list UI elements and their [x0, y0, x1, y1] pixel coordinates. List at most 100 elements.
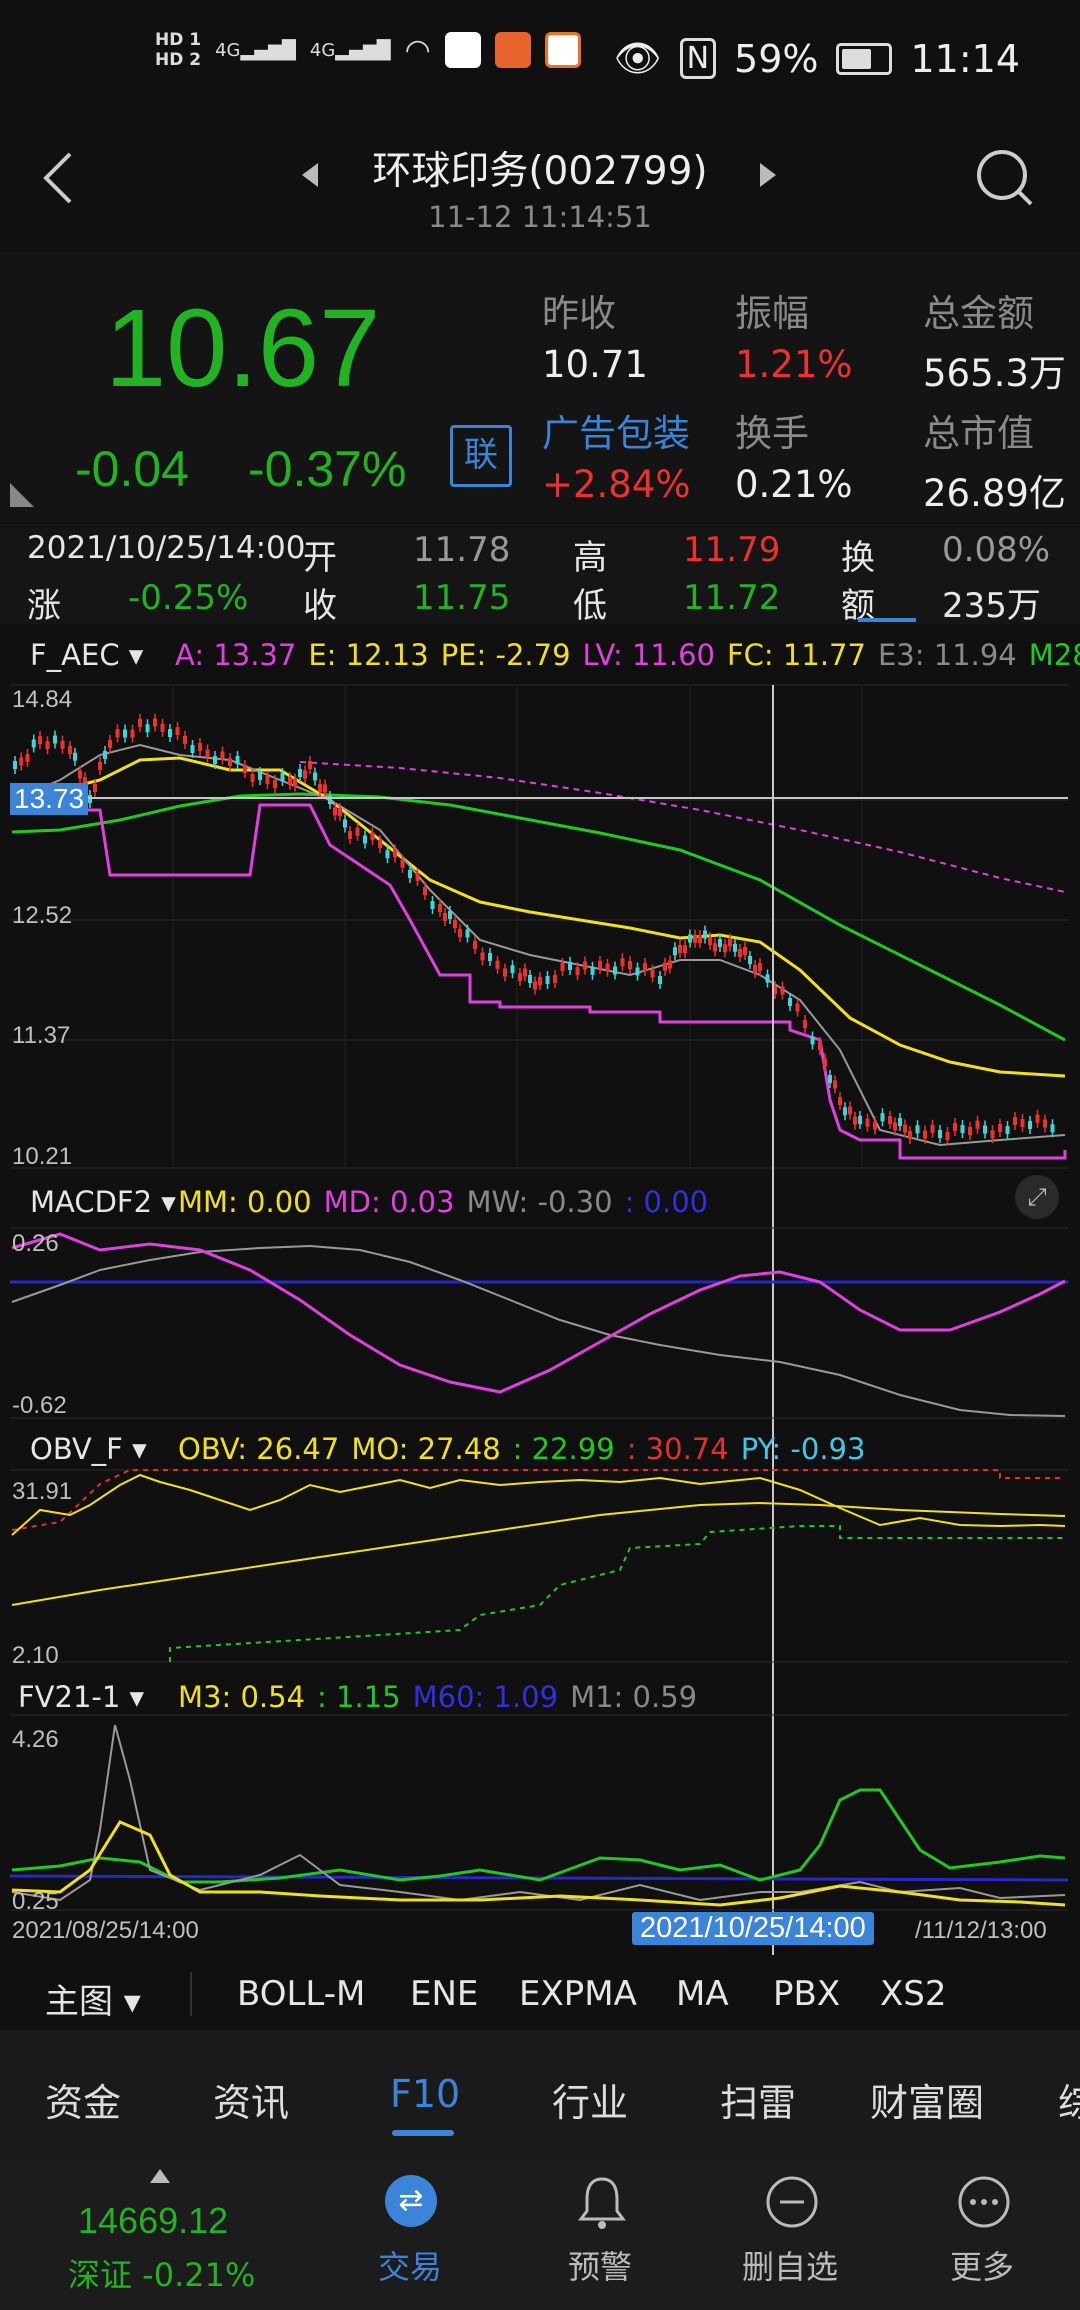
- candle-body: [833, 1080, 837, 1089]
- amplitude-value: 1.21%: [735, 343, 853, 386]
- main-chart-dropdown[interactable]: 主图 ▾: [45, 1974, 141, 2023]
- candle-body: [333, 807, 337, 816]
- sector-link[interactable]: 广告包装: [542, 403, 690, 457]
- candle-body: [220, 751, 225, 760]
- candle-body: [838, 1097, 842, 1105]
- macd-param-3: : 0.00: [624, 1185, 709, 1219]
- candle-body: [803, 1020, 807, 1028]
- tab-risk[interactable]: 扫雷: [720, 2072, 796, 2127]
- toolbar-item-pbx[interactable]: PBX: [773, 1974, 840, 2014]
- nav-alert[interactable]: 预警: [568, 2242, 632, 2288]
- expand-icon[interactable]: ⤢: [1015, 1175, 1059, 1219]
- candle-body: [465, 929, 470, 938]
- bell-icon[interactable]: [577, 2175, 627, 2235]
- candle-body: [438, 904, 442, 912]
- fv-m3-line: [11, 1820, 1066, 1907]
- candle-body: [98, 762, 102, 770]
- candle-body: [683, 945, 687, 954]
- remove-watchlist-icon[interactable]: [765, 2175, 819, 2233]
- fv-param-3: M1: 0.59: [570, 1680, 698, 1714]
- candle-body: [708, 937, 712, 945]
- obv-y-bottom: 2.10: [12, 1642, 59, 1669]
- search-icon[interactable]: [975, 148, 1035, 212]
- main-indicator-selector[interactable]: F_AEC ▾: [30, 638, 143, 672]
- toolbar-item-expma[interactable]: EXPMA: [519, 1974, 637, 2014]
- high-label: 高: [573, 538, 607, 578]
- candle-body: [733, 943, 737, 952]
- main-param-5: E3: 11.94: [877, 638, 1017, 672]
- candle-body: [1013, 1117, 1017, 1125]
- toolbar-item-ma[interactable]: MA: [676, 1974, 729, 2014]
- candle-body: [620, 958, 625, 967]
- candle-body: [938, 1130, 942, 1138]
- candle-body: [713, 943, 717, 952]
- page-title: 环球印务(002799): [372, 149, 708, 194]
- candle-body: [518, 973, 522, 981]
- tab-news[interactable]: 资讯: [213, 2072, 289, 2127]
- tab-more[interactable]: 综: [1058, 2072, 1080, 2127]
- toolbar-item-xs2[interactable]: XS2: [880, 1974, 947, 2014]
- fv-param-1: : 1.15: [317, 1680, 401, 1714]
- market-cap-label: 总市值: [923, 412, 1034, 455]
- charts-area[interactable]: [0, 630, 1080, 1960]
- tab-industry[interactable]: 行业: [552, 2072, 628, 2127]
- eye-icon: 👁: [613, 36, 662, 80]
- candle-body: [688, 934, 692, 943]
- macd-chart: [10, 1227, 1068, 1419]
- candle-body: [198, 743, 202, 751]
- main-param-1: E: 12.13: [308, 638, 429, 672]
- nav-trade[interactable]: 交易: [378, 2242, 442, 2288]
- candle-body: [718, 939, 722, 947]
- candle-body: [355, 827, 360, 836]
- macd-params: MM: 0.00 MD: 0.03 MW: -0.30: 0.00: [178, 1185, 708, 1219]
- candle-body: [795, 1003, 800, 1012]
- prev-close-label: 昨收: [542, 292, 616, 335]
- candle-body: [1050, 1124, 1055, 1133]
- more-icon[interactable]: [957, 2175, 1011, 2233]
- candles: [13, 713, 1055, 1145]
- candle-body: [308, 761, 312, 769]
- candle-body: [823, 1058, 827, 1067]
- candle-body: [318, 784, 322, 792]
- candle-body: [293, 778, 297, 787]
- candle-body: [31, 739, 36, 748]
- main-param-0: A: 13.37: [175, 638, 297, 672]
- candle-body: [53, 735, 57, 744]
- turnover-label: 换手: [735, 412, 809, 455]
- fv-indicator-selector[interactable]: FV21-1 ▾: [18, 1680, 144, 1714]
- index-value[interactable]: 14669.12: [78, 2200, 228, 2242]
- linked-button[interactable]: 联: [450, 425, 512, 487]
- chg-value: -0.25%: [128, 578, 249, 618]
- candle-body: [738, 949, 742, 957]
- tab-f10[interactable]: F10: [390, 2072, 460, 2116]
- tab-funds[interactable]: 资金: [45, 2072, 121, 2127]
- candle-body: [503, 968, 507, 977]
- candle-body: [848, 1106, 852, 1115]
- obv-line: [11, 1473, 1066, 1536]
- candle-body: [788, 998, 792, 1006]
- trade-icon[interactable]: ⇄: [385, 2175, 437, 2227]
- candle-body: [628, 961, 632, 969]
- nav-more[interactable]: 更多: [950, 2242, 1014, 2288]
- turn-label: 换: [841, 538, 875, 578]
- tab-wealth[interactable]: 财富圈: [870, 2072, 984, 2127]
- obv-indicator-selector[interactable]: OBV_F ▾: [30, 1432, 147, 1466]
- macd-indicator-selector[interactable]: MACDF2 ▾: [30, 1185, 176, 1219]
- candle-body: [723, 944, 727, 953]
- candle-body: [303, 770, 307, 779]
- candle-body: [415, 873, 420, 881]
- toolbar-item-ene[interactable]: ENE: [410, 1974, 478, 2014]
- toolbar-item-boll[interactable]: BOLL-M: [237, 1974, 365, 2014]
- nav-remove-watchlist[interactable]: 删自选: [742, 2242, 838, 2288]
- candle-body: [38, 736, 42, 744]
- index-label[interactable]: 深证 -0.21%: [68, 2250, 255, 2296]
- next-stock-icon[interactable]: [756, 160, 780, 194]
- candle-body: [1020, 1119, 1025, 1127]
- candle-body: [663, 962, 667, 971]
- close-value: 11.75: [413, 578, 511, 618]
- candle-body: [865, 1118, 870, 1127]
- market-cap-value: 26.89亿: [923, 472, 1066, 515]
- candle-body: [678, 945, 682, 953]
- total-amount-value: 565.3万: [923, 352, 1066, 395]
- candle-body: [115, 729, 120, 738]
